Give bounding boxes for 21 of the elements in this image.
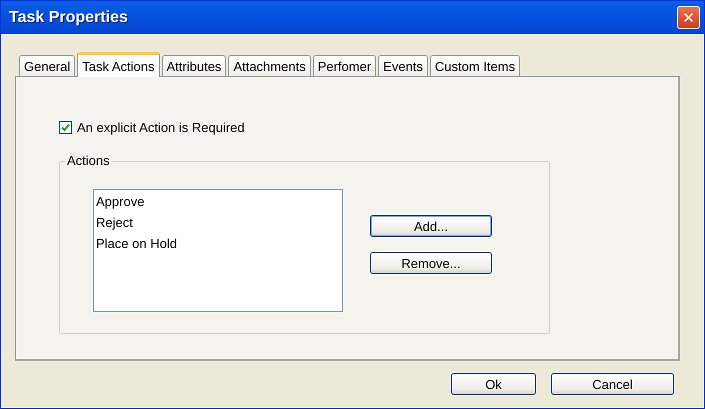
group-title: Actions <box>65 153 112 168</box>
cancel-button[interactable]: Cancel <box>551 373 674 395</box>
tab[interactable]: Attributes <box>162 55 226 76</box>
tab[interactable]: Perfomer <box>312 55 376 76</box>
list-item[interactable]: Place on Hold <box>96 235 340 256</box>
close-button[interactable]: ✕ <box>677 6 700 29</box>
ok-button[interactable]: Ok <box>451 373 536 395</box>
list-item[interactable]: Reject <box>96 214 340 235</box>
tab[interactable]: General <box>19 55 76 76</box>
checkbox[interactable] <box>59 121 72 134</box>
add-button[interactable]: Add... <box>370 215 492 237</box>
window-title: Task Properties <box>9 8 128 26</box>
actions-list[interactable]: Approve Reject Place on Hold <box>93 189 343 312</box>
tab[interactable]: Custom Items <box>430 55 520 76</box>
list-item[interactable]: Approve <box>96 193 340 214</box>
tab[interactable]: Task Actions <box>77 52 160 77</box>
tab[interactable]: Events <box>378 55 428 76</box>
checkbox-label: An explicit Action is Required <box>77 120 245 135</box>
tab[interactable]: Attachments <box>228 55 311 76</box>
remove-button[interactable]: Remove... <box>370 252 492 274</box>
check-icon <box>61 123 70 132</box>
